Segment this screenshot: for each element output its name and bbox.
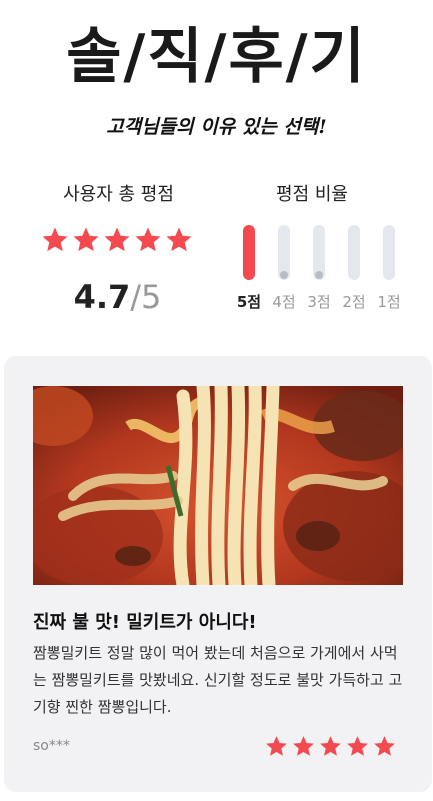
reviewer-name: so***: [33, 738, 70, 754]
score-slash: /: [130, 278, 142, 316]
review-photo[interactable]: [33, 386, 403, 585]
star-icon: [104, 227, 130, 252]
page-subtitle: 고객님들의 이유 있는 선택!: [106, 116, 327, 138]
ratio-track: [348, 225, 360, 280]
page-title: 솔/직/후/기: [66, 22, 367, 92]
ratio-bar-1: 1점: [374, 225, 404, 315]
ratio-track: [383, 225, 395, 280]
ratio-bar-4: 4점: [269, 225, 299, 315]
star-icon: [166, 227, 192, 252]
average-stars: [40, 225, 195, 259]
star-icon: [293, 736, 314, 756]
star-icon: [135, 227, 161, 252]
ratio-track: [243, 225, 255, 280]
star-icon: [347, 736, 368, 756]
rating-ratio-label: 평점 비율: [276, 184, 348, 205]
ratio-bar-3: 3점: [304, 225, 334, 315]
score-max: 5: [141, 278, 162, 316]
review-card[interactable]: 진짜 불 맛! 밀키트가 아니다! 짬뽕밀키트 정말 많이 먹어 봤는데 처음으…: [4, 356, 432, 792]
average-score: 4.7/5: [40, 278, 195, 316]
noodle-image: [33, 386, 403, 585]
ratio-track: [278, 225, 290, 280]
score-value: 4.7: [73, 278, 131, 316]
ratio-bar-5: 5점: [234, 225, 264, 315]
star-icon: [374, 736, 395, 756]
rating-ratio-bars: 5점 4점 3점 2점 1점: [234, 225, 404, 315]
star-icon: [320, 736, 341, 756]
review-title: 진짜 불 맛! 밀키트가 아니다!: [33, 612, 257, 633]
ratio-track: [313, 225, 325, 280]
star-icon: [73, 227, 99, 252]
review-stars: [264, 734, 397, 759]
star-icon: [42, 227, 68, 252]
ratio-dot: [280, 271, 288, 279]
ratio-fill: [243, 225, 255, 280]
ratio-dot: [315, 271, 323, 279]
review-body: 짬뽕밀키트 정말 많이 먹어 봤는데 처음으로 가게에서 사먹는 짬뽕밀키트를 …: [33, 644, 403, 716]
user-rating-label: 사용자 총 평점: [63, 184, 174, 205]
ratio-bar-2: 2점: [339, 225, 369, 315]
star-icon: [266, 736, 287, 756]
ratio-label: 1점: [377, 293, 401, 311]
